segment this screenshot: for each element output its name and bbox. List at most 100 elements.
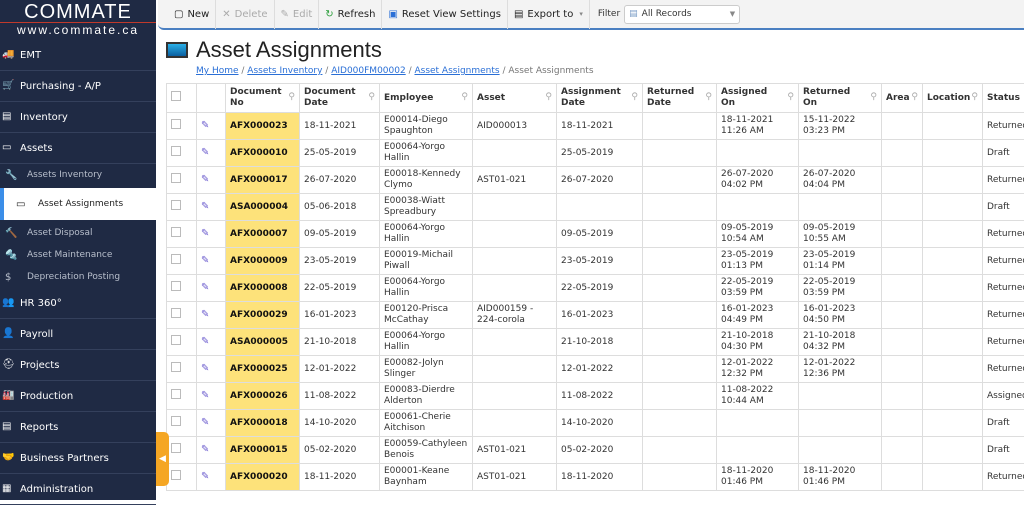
table-row[interactable]: ✎AFX00002916-01-2023E00120-Prisca McCath… <box>167 302 1024 329</box>
document-no-cell[interactable]: AFX000023 <box>226 113 300 140</box>
row-checkbox[interactable] <box>171 227 181 237</box>
filter-select[interactable]: ▤All Records▼ <box>624 5 740 24</box>
sidebar-subitem-asset-maintenance[interactable]: 🔩Asset Maintenance <box>0 244 156 266</box>
table-row[interactable]: ✎AFX00001726-07-2020E00018-Kennedy Clymo… <box>167 167 1024 194</box>
row-checkbox[interactable] <box>171 119 181 129</box>
edit-icon[interactable]: ✎ <box>201 390 209 401</box>
edit-icon[interactable]: ✎ <box>201 444 209 455</box>
filter-pin-icon[interactable]: ⚲ <box>971 92 978 103</box>
column-header[interactable]: Document No⚲ <box>226 84 300 113</box>
column-header[interactable]: Location⚲ <box>923 84 983 113</box>
sidebar-subitem-depreciation-posting[interactable]: $Depreciation Posting <box>0 266 156 288</box>
row-checkbox[interactable] <box>171 281 181 291</box>
row-checkbox[interactable] <box>171 470 181 480</box>
export-button[interactable]: ▤Export to▾ <box>508 0 590 29</box>
edit-icon[interactable]: ✎ <box>201 228 209 239</box>
edit-icon[interactable]: ✎ <box>201 147 209 158</box>
logo[interactable]: COMMATE www.commate.ca <box>0 0 156 40</box>
edit-icon[interactable]: ✎ <box>201 201 209 212</box>
document-no-cell[interactable]: ASA000005 <box>226 329 300 356</box>
edit-icon[interactable]: ✎ <box>201 471 209 482</box>
sidebar-item-payroll[interactable]: 👤Payroll <box>0 319 156 350</box>
column-header[interactable]: Area⚲ <box>882 84 923 113</box>
document-no-cell[interactable]: AFX000029 <box>226 302 300 329</box>
table-row[interactable]: ✎AFX00000709-05-2019E00064-Yorgo Hallin0… <box>167 221 1024 248</box>
row-checkbox[interactable] <box>171 362 181 372</box>
document-no-cell[interactable]: AFX000007 <box>226 221 300 248</box>
row-checkbox[interactable] <box>171 416 181 426</box>
table-row[interactable]: ✎ASA00000405-06-2018E00038-Wiatt Spreadb… <box>167 194 1024 221</box>
edit-icon[interactable]: ✎ <box>201 282 209 293</box>
table-row[interactable]: ✎AFX00002611-08-2022E00083-Dierdre Alder… <box>167 383 1024 410</box>
row-checkbox[interactable] <box>171 200 181 210</box>
document-no-cell[interactable]: AFX000018 <box>226 410 300 437</box>
filter-pin-icon[interactable]: ⚲ <box>631 92 638 103</box>
edit-icon[interactable]: ✎ <box>201 336 209 347</box>
filter-pin-icon[interactable]: ⚲ <box>288 92 295 103</box>
filter-pin-icon[interactable]: ⚲ <box>705 92 712 103</box>
filter-pin-icon[interactable]: ⚲ <box>911 92 918 103</box>
filter-pin-icon[interactable]: ⚲ <box>461 92 468 103</box>
row-checkbox[interactable] <box>171 335 181 345</box>
sidebar-item-administration[interactable]: ▦Administration <box>0 474 156 505</box>
column-header[interactable]: Employee⚲ <box>380 84 473 113</box>
sidebar-item-inventory[interactable]: ▤Inventory <box>0 102 156 133</box>
table-row[interactable]: ✎AFX00001025-05-2019E00064-Yorgo Hallin2… <box>167 140 1024 167</box>
filter-pin-icon[interactable]: ⚲ <box>870 92 877 103</box>
breadcrumb-link[interactable]: Assets Inventory <box>247 66 322 76</box>
table-row[interactable]: ✎ASA00000521-10-2018E00064-Yorgo Hallin2… <box>167 329 1024 356</box>
row-checkbox[interactable] <box>171 146 181 156</box>
refresh-button[interactable]: ↻Refresh <box>319 0 382 29</box>
document-no-cell[interactable]: AFX000010 <box>226 140 300 167</box>
column-header[interactable]: Returned On⚲ <box>799 84 882 113</box>
edit-button[interactable]: ✎Edit <box>275 0 320 29</box>
sidebar-item-emt[interactable]: 🚚EMT <box>0 40 156 71</box>
delete-button[interactable]: ✕Delete <box>216 0 274 29</box>
document-no-cell[interactable]: AFX000008 <box>226 275 300 302</box>
column-header[interactable]: Asset⚲ <box>473 84 557 113</box>
table-row[interactable]: ✎AFX00002018-11-2020E00001-Keane Baynham… <box>167 464 1024 491</box>
edit-icon[interactable]: ✎ <box>201 255 209 266</box>
table-row[interactable]: ✎AFX00001814-10-2020E00061-Cherie Aitchi… <box>167 410 1024 437</box>
sidebar-item-purchasing-a-p[interactable]: 🛒Purchasing - A/P <box>0 71 156 102</box>
edit-icon[interactable]: ✎ <box>201 363 209 374</box>
document-no-cell[interactable]: AFX000026 <box>226 383 300 410</box>
row-checkbox[interactable] <box>171 443 181 453</box>
filter-pin-icon[interactable]: ⚲ <box>368 92 375 103</box>
column-header[interactable]: Assignment Date⚲ <box>557 84 643 113</box>
sidebar-subitem-asset-disposal[interactable]: 🔨Asset Disposal <box>0 222 156 244</box>
select-all-checkbox[interactable] <box>171 91 181 101</box>
edit-icon[interactable]: ✎ <box>201 174 209 185</box>
column-header[interactable]: Assigned On⚲ <box>717 84 799 113</box>
row-checkbox[interactable] <box>171 308 181 318</box>
column-header[interactable]: Returned Date⚲ <box>643 84 717 113</box>
sidebar-item-business-partners[interactable]: 🤝Business Partners <box>0 443 156 474</box>
table-row[interactable]: ✎AFX00002512-01-2022E00082-Jolyn Slinger… <box>167 356 1024 383</box>
sidebar-item-reports[interactable]: ▤Reports <box>0 412 156 443</box>
row-checkbox[interactable] <box>171 254 181 264</box>
breadcrumb-link[interactable]: Asset Assignments <box>414 66 499 76</box>
filter-pin-icon[interactable]: ⚲ <box>545 92 552 103</box>
sidebar-item-assets[interactable]: ▭Assets <box>0 133 156 164</box>
edit-icon[interactable]: ✎ <box>201 309 209 320</box>
document-no-cell[interactable]: AFX000020 <box>226 464 300 491</box>
document-no-cell[interactable]: AFX000015 <box>226 437 300 464</box>
row-checkbox[interactable] <box>171 389 181 399</box>
document-no-cell[interactable]: AFX000009 <box>226 248 300 275</box>
sidebar-subitem-assets-inventory[interactable]: 🔧Assets Inventory <box>0 164 156 186</box>
breadcrumb-link[interactable]: My Home <box>196 66 239 76</box>
column-header[interactable]: Status⚲ <box>983 84 1024 113</box>
sidebar-item-projects[interactable]: ⛑Projects <box>0 350 156 381</box>
reset-view-button[interactable]: ▣Reset View Settings <box>382 0 508 29</box>
collapse-sidebar-button[interactable]: ◀ <box>156 432 169 486</box>
document-no-cell[interactable]: ASA000004 <box>226 194 300 221</box>
new-button[interactable]: ▢New <box>168 0 216 29</box>
breadcrumb-link[interactable]: AID000FM00002 <box>331 66 406 76</box>
table-row[interactable]: ✎AFX00000923-05-2019E00019-Michail Piwal… <box>167 248 1024 275</box>
sidebar-item-production[interactable]: 🏭Production <box>0 381 156 412</box>
edit-icon[interactable]: ✎ <box>201 417 209 428</box>
sidebar-item-hr-360-[interactable]: 👥HR 360° <box>0 288 156 319</box>
column-header[interactable]: Document Date⚲ <box>300 84 380 113</box>
filter-pin-icon[interactable]: ⚲ <box>787 92 794 103</box>
document-no-cell[interactable]: AFX000017 <box>226 167 300 194</box>
